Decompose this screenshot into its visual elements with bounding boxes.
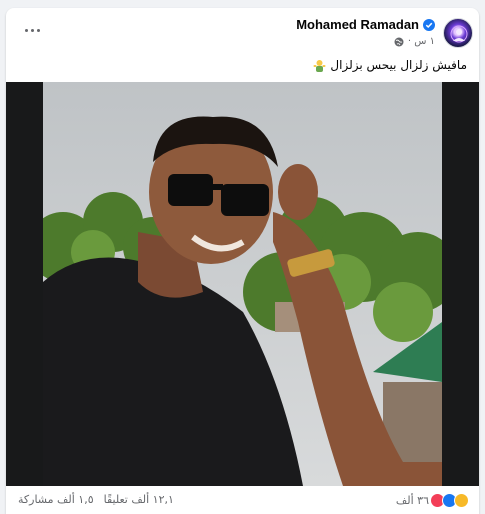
post-text-row: مافيش زلزال بيحس بزلزال <box>313 58 467 72</box>
post-card: Mohamed Ramadan ١ س · مافيش زلزال بيحس ب… <box>6 8 479 514</box>
comments-count[interactable]: ١٢,١ ألف تعليقًا <box>104 493 174 506</box>
more-options-button[interactable] <box>18 22 46 38</box>
globe-icon <box>394 37 404 46</box>
post-photo[interactable] <box>6 82 479 486</box>
post-header: Mohamed Ramadan ١ س · <box>6 8 479 54</box>
verified-badge-icon <box>423 18 435 31</box>
reaction-icons <box>430 493 469 508</box>
shares-count[interactable]: ١,٥ ألف مشاركة <box>18 493 94 506</box>
post-stats: ١٢,١ ألف تعليقًا ١,٥ ألف مشاركة <box>18 493 174 506</box>
avatar[interactable] <box>443 18 473 48</box>
post-meta: ١ س · <box>394 36 435 47</box>
photo-image <box>43 82 442 486</box>
author-name[interactable]: Mohamed Ramadan <box>296 17 419 32</box>
reactions-count: ٣٦ ألف <box>395 494 429 507</box>
haha-icon <box>454 493 469 508</box>
reactions-summary[interactable]: ٣٦ ألف <box>396 493 469 508</box>
post-time[interactable]: ١ س · <box>408 36 435 47</box>
post-footer: ٣٦ ألف ١٢,١ ألف تعليقًا ١,٥ ألف مشاركة <box>6 486 479 514</box>
author-row: Mohamed Ramadan <box>296 17 435 32</box>
person-shrugging-icon <box>313 59 326 72</box>
post-text: مافيش زلزال بيحس بزلزال <box>330 58 467 72</box>
